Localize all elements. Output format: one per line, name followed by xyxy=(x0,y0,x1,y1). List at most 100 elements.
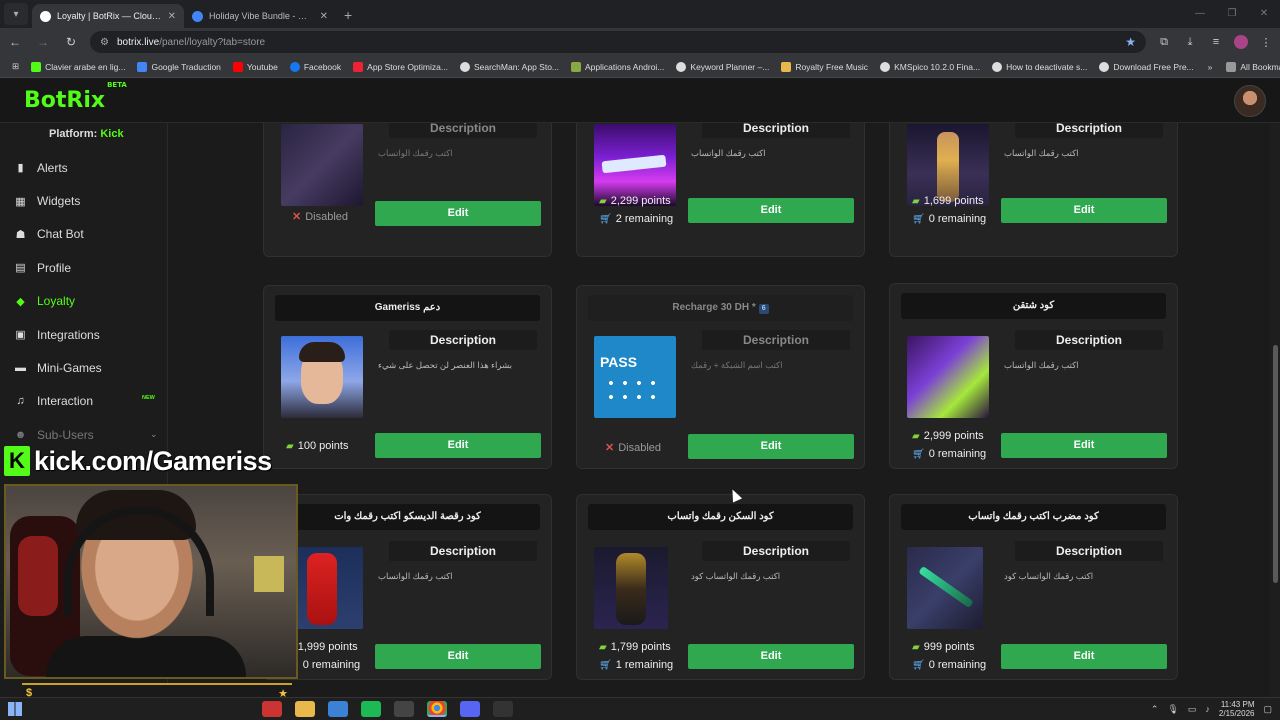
new-tab-button[interactable]: + xyxy=(344,7,352,23)
store-item-card: Description اكتب رقمك الواتساب ▰ 1,699 po… xyxy=(889,123,1178,257)
site-info-icon[interactable]: ⚙ xyxy=(100,37,109,48)
store-item-card: كود مضرب اكتب رقمك واتساب Description اك… xyxy=(889,494,1178,680)
extensions-icon[interactable]: ⧉ xyxy=(1156,36,1172,49)
remaining-value: 0 remaining xyxy=(302,659,361,671)
scrollbar-thumb[interactable] xyxy=(1273,345,1278,583)
sidebar-item-alerts[interactable]: ▮ Alerts xyxy=(0,151,168,184)
bookmark-item[interactable]: Youtube xyxy=(227,61,284,72)
points-value: 2,999 points xyxy=(923,430,984,442)
minimize-icon[interactable]: — xyxy=(1184,0,1216,28)
tab-botrix[interactable]: Loyalty | BotRix — Cloud Stream ✕ xyxy=(32,4,184,28)
windows-start-icon[interactable] xyxy=(8,702,22,716)
user-avatar[interactable] xyxy=(1234,85,1266,117)
edit-button[interactable]: Edit xyxy=(688,198,854,223)
bookmark-star-icon[interactable]: ★ xyxy=(1125,35,1136,49)
remaining-value: 0 remaining xyxy=(928,659,987,671)
app-icon[interactable] xyxy=(361,701,381,717)
media-icon[interactable]: ≡ xyxy=(1208,36,1224,48)
bookmark-label: Download Free Pre... xyxy=(1113,61,1194,72)
maximize-icon[interactable]: ❐ xyxy=(1216,0,1248,28)
app-icon[interactable] xyxy=(394,701,414,717)
notification-icon[interactable]: ▢ xyxy=(1263,704,1272,715)
reload-icon[interactable]: ↻ xyxy=(62,35,80,49)
app-icon[interactable] xyxy=(262,701,282,717)
youtube-icon xyxy=(232,61,243,72)
item-image xyxy=(907,547,983,629)
all-bookmarks[interactable]: All Bookmarks xyxy=(1220,61,1280,72)
microphone-icon[interactable]: 🎙︎ xyxy=(1167,704,1178,715)
address-toolbar: ← → ↻ ⚙ botrix.live/panel/loyalty?tab=st… xyxy=(0,28,1280,56)
points-value: 2,299 points xyxy=(610,195,671,207)
kebab-menu-icon[interactable]: ⋮ xyxy=(1258,36,1274,49)
chevron-down-icon: ⌄ xyxy=(150,429,158,440)
edit-button[interactable]: Edit xyxy=(688,434,854,459)
bookmark-item[interactable]: Facebook xyxy=(284,61,347,72)
bookmark-item[interactable]: Royalty Free Music xyxy=(775,61,874,72)
kick-channel-text: kick.com/Gameriss xyxy=(34,445,272,476)
clock-time: 11:43 PM xyxy=(1220,700,1255,709)
edit-button[interactable]: Edit xyxy=(375,433,541,458)
app-icon[interactable] xyxy=(328,701,348,717)
url-bar[interactable]: ⚙ botrix.live/panel/loyalty?tab=store ★ xyxy=(90,31,1146,53)
bookmark-item[interactable]: App Store Optimiza... xyxy=(347,61,454,72)
sidebar-item-profile[interactable]: ▤ Profile xyxy=(0,251,168,284)
sidebar-item-label: Alerts xyxy=(37,160,68,175)
volume-icon[interactable]: ♪ xyxy=(1205,704,1210,714)
bookmark-item[interactable]: Applications Androi... xyxy=(565,61,670,72)
back-icon[interactable]: ← xyxy=(6,35,24,49)
sidebar-item-loyalty[interactable]: ◆ Loyalty xyxy=(0,285,168,318)
discord-icon[interactable] xyxy=(460,701,480,717)
profile-avatar-icon[interactable] xyxy=(1234,35,1248,49)
bookmark-item[interactable]: Keyword Planner –... xyxy=(670,61,775,72)
item-title: كود السكن رقمك واتساب xyxy=(588,504,853,530)
edit-button[interactable]: Edit xyxy=(1001,644,1167,669)
store-item-card: كود رقصة الديسكو اكتب رقمك وات Descripti… xyxy=(263,494,552,680)
item-description: بشراء هذا العنصر لن تحصل على شيء xyxy=(378,360,513,370)
close-icon[interactable]: ✕ xyxy=(320,11,328,22)
sidebar-item-chat-bot[interactable]: ☗ Chat Bot xyxy=(0,218,168,251)
apps-icon[interactable]: ⊞ xyxy=(6,61,25,72)
sidebar-item-integrations[interactable]: ▣ Integrations xyxy=(0,318,168,351)
edit-button[interactable]: Edit xyxy=(375,201,541,226)
close-icon[interactable]: ✕ xyxy=(168,11,176,22)
sidebar-item-label: Interaction xyxy=(37,394,94,409)
sidebar-item-mini-games[interactable]: ▬ Mini-Games xyxy=(0,351,168,384)
edit-button[interactable]: Edit xyxy=(375,644,541,669)
description-heading: Description xyxy=(702,541,850,561)
forward-icon[interactable]: → xyxy=(34,35,52,49)
clock[interactable]: 11:43 PM 2/15/2026 xyxy=(1219,700,1255,718)
edit-button[interactable]: Edit xyxy=(688,644,854,669)
network-icon[interactable]: ▭ xyxy=(1188,704,1197,715)
bookmark-item[interactable]: Download Free Pre... xyxy=(1093,61,1199,72)
chrome-icon[interactable] xyxy=(427,701,447,717)
sidebar-item-widgets[interactable]: ▦ Widgets xyxy=(0,184,168,217)
google-favicon-icon xyxy=(192,10,203,22)
app-icon[interactable] xyxy=(493,701,513,717)
item-image xyxy=(907,336,989,418)
logo-text: BotRix xyxy=(24,88,106,113)
bookmark-item[interactable]: Clavier arabe en lig... xyxy=(25,61,131,72)
file-explorer-icon[interactable] xyxy=(295,701,315,717)
tab-search-button[interactable]: ▾ xyxy=(4,3,28,25)
tab-google[interactable]: Holiday Vibe Bundle - Google S ✕ xyxy=(184,4,336,28)
bookmark-label: Keyword Planner –... xyxy=(690,61,770,72)
sidebar-item-interaction[interactable]: ♫ Interaction NEW xyxy=(0,385,168,418)
description-heading: Description xyxy=(1015,330,1163,350)
webcam-overlay xyxy=(4,484,298,679)
bookmark-item[interactable]: KMSpico 10.2.0 Fina... xyxy=(874,61,986,72)
item-meta: ▰ 1,799 points 🛒︎ 1 remaining xyxy=(599,638,673,674)
page-scrollbar[interactable] xyxy=(1270,123,1280,697)
chevron-up-icon[interactable]: ⌃ xyxy=(1151,704,1159,715)
item-description: اكتب رقمك الواتساب كود xyxy=(691,571,781,581)
botrix-logo[interactable]: BotRixBETA xyxy=(24,81,127,113)
profile-icon: ▤ xyxy=(15,262,26,275)
x-icon: ✕ xyxy=(292,211,302,223)
bookmark-item[interactable]: SearchMan: App Sto... xyxy=(454,61,565,72)
edit-button[interactable]: Edit xyxy=(1001,198,1167,223)
close-window-icon[interactable]: ✕ xyxy=(1248,0,1280,28)
bookmark-item[interactable]: Google Traduction xyxy=(131,61,226,72)
download-icon[interactable]: ⤓ xyxy=(1182,36,1198,49)
bookmark-item[interactable]: How to deactivate s... xyxy=(986,61,1093,72)
bookmarks-overflow-icon[interactable]: » xyxy=(1200,62,1221,72)
edit-button[interactable]: Edit xyxy=(1001,433,1167,458)
